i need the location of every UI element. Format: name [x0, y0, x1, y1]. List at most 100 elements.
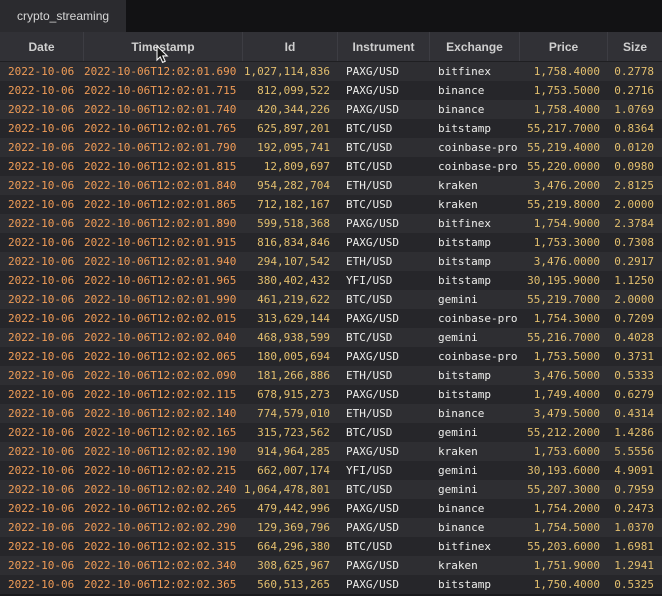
cell-exchange[interactable]: bitfinex	[430, 214, 520, 233]
cell-instrument[interactable]: ETH/USD	[338, 404, 430, 423]
cell-date[interactable]: 2022-10-06	[0, 537, 84, 556]
cell-size[interactable]: 0.3731	[608, 347, 662, 366]
cell-price[interactable]: 30,195.9000	[520, 271, 608, 290]
cell-id[interactable]: 380,402,432	[243, 271, 338, 290]
cell-price[interactable]: 1,758.4000	[520, 62, 608, 81]
cell-price[interactable]: 55,212.2000	[520, 423, 608, 442]
cell-price[interactable]: 30,193.6000	[520, 461, 608, 480]
table-row[interactable]: 2022-10-062022-10-06T12:02:01.790192,095…	[0, 138, 662, 157]
table-row[interactable]: 2022-10-062022-10-06T12:02:02.090181,266…	[0, 366, 662, 385]
cell-id[interactable]: 181,266,886	[243, 366, 338, 385]
cell-timestamp[interactable]: 2022-10-06T12:02:01.890	[84, 214, 243, 233]
table-row[interactable]: 2022-10-062022-10-06T12:02:02.340308,625…	[0, 556, 662, 575]
cell-timestamp[interactable]: 2022-10-06T12:02:02.290	[84, 518, 243, 537]
cell-timestamp[interactable]: 2022-10-06T12:02:02.265	[84, 499, 243, 518]
cell-price[interactable]: 3,479.5000	[520, 404, 608, 423]
cell-size[interactable]: 5.5556	[608, 442, 662, 461]
cell-timestamp[interactable]: 2022-10-06T12:02:02.165	[84, 423, 243, 442]
table-row[interactable]: 2022-10-062022-10-06T12:02:01.81512,809,…	[0, 157, 662, 176]
cell-price[interactable]: 1,751.9000	[520, 556, 608, 575]
cell-timestamp[interactable]: 2022-10-06T12:02:02.190	[84, 442, 243, 461]
cell-price[interactable]: 1,753.3000	[520, 233, 608, 252]
cell-size[interactable]: 1.0370	[608, 518, 662, 537]
cell-instrument[interactable]: PAXG/USD	[338, 214, 430, 233]
cell-id[interactable]: 313,629,144	[243, 309, 338, 328]
cell-size[interactable]: 0.5325	[608, 575, 662, 594]
cell-timestamp[interactable]: 2022-10-06T12:02:02.065	[84, 347, 243, 366]
cell-timestamp[interactable]: 2022-10-06T12:02:02.215	[84, 461, 243, 480]
table-row[interactable]: 2022-10-062022-10-06T12:02:02.165315,723…	[0, 423, 662, 442]
cell-size[interactable]: 0.4028	[608, 328, 662, 347]
table-row[interactable]: 2022-10-062022-10-06T12:02:01.890599,518…	[0, 214, 662, 233]
cell-instrument[interactable]: BTC/USD	[338, 119, 430, 138]
cell-price[interactable]: 1,753.6000	[520, 442, 608, 461]
cell-date[interactable]: 2022-10-06	[0, 252, 84, 271]
cell-size[interactable]: 4.9091	[608, 461, 662, 480]
cell-instrument[interactable]: ETH/USD	[338, 176, 430, 195]
cell-timestamp[interactable]: 2022-10-06T12:02:02.365	[84, 575, 243, 594]
cell-date[interactable]: 2022-10-06	[0, 214, 84, 233]
cell-instrument[interactable]: PAXG/USD	[338, 81, 430, 100]
cell-exchange[interactable]: bitstamp	[430, 119, 520, 138]
table-row[interactable]: 2022-10-062022-10-06T12:02:02.140774,579…	[0, 404, 662, 423]
cell-date[interactable]: 2022-10-06	[0, 442, 84, 461]
cell-id[interactable]: 1,064,478,801	[243, 480, 338, 499]
cell-exchange[interactable]: gemini	[430, 461, 520, 480]
cell-size[interactable]: 0.7308	[608, 233, 662, 252]
cell-instrument[interactable]: PAXG/USD	[338, 518, 430, 537]
cell-id[interactable]: 420,344,226	[243, 100, 338, 119]
cell-exchange[interactable]: binance	[430, 81, 520, 100]
cell-id[interactable]: 774,579,010	[243, 404, 338, 423]
cell-date[interactable]: 2022-10-06	[0, 385, 84, 404]
table-row[interactable]: 2022-10-062022-10-06T12:02:02.290129,369…	[0, 518, 662, 537]
cell-date[interactable]: 2022-10-06	[0, 195, 84, 214]
cell-id[interactable]: 954,282,704	[243, 176, 338, 195]
cell-instrument[interactable]: ETH/USD	[338, 252, 430, 271]
cell-exchange[interactable]: kraken	[430, 556, 520, 575]
cell-date[interactable]: 2022-10-06	[0, 271, 84, 290]
cell-instrument[interactable]: PAXG/USD	[338, 100, 430, 119]
cell-timestamp[interactable]: 2022-10-06T12:02:02.040	[84, 328, 243, 347]
cell-timestamp[interactable]: 2022-10-06T12:02:01.965	[84, 271, 243, 290]
cell-timestamp[interactable]: 2022-10-06T12:02:02.140	[84, 404, 243, 423]
cell-id[interactable]: 294,107,542	[243, 252, 338, 271]
cell-size[interactable]: 0.2716	[608, 81, 662, 100]
cell-size[interactable]: 2.0000	[608, 195, 662, 214]
cell-timestamp[interactable]: 2022-10-06T12:02:02.340	[84, 556, 243, 575]
cell-id[interactable]: 129,369,796	[243, 518, 338, 537]
cell-exchange[interactable]: binance	[430, 100, 520, 119]
cell-price[interactable]: 1,754.5000	[520, 518, 608, 537]
cell-exchange[interactable]: kraken	[430, 195, 520, 214]
cell-exchange[interactable]: bitfinex	[430, 62, 520, 81]
cell-timestamp[interactable]: 2022-10-06T12:02:01.690	[84, 62, 243, 81]
cell-size[interactable]: 0.2473	[608, 499, 662, 518]
cell-price[interactable]: 55,220.0000	[520, 157, 608, 176]
column-header-timestamp[interactable]: Timestamp	[84, 32, 243, 61]
table-row[interactable]: 2022-10-062022-10-06T12:02:01.740420,344…	[0, 100, 662, 119]
cell-size[interactable]: 0.2778	[608, 62, 662, 81]
cell-id[interactable]: 12,809,697	[243, 157, 338, 176]
cell-date[interactable]: 2022-10-06	[0, 347, 84, 366]
cell-id[interactable]: 625,897,201	[243, 119, 338, 138]
cell-exchange[interactable]: bitstamp	[430, 575, 520, 594]
table-row[interactable]: 2022-10-062022-10-06T12:02:01.965380,402…	[0, 271, 662, 290]
cell-timestamp[interactable]: 2022-10-06T12:02:01.990	[84, 290, 243, 309]
cell-price[interactable]: 3,476.0000	[520, 252, 608, 271]
cell-id[interactable]: 180,005,694	[243, 347, 338, 366]
cell-timestamp[interactable]: 2022-10-06T12:02:02.115	[84, 385, 243, 404]
cell-date[interactable]: 2022-10-06	[0, 233, 84, 252]
tab-crypto-streaming[interactable]: crypto_streaming	[0, 0, 126, 32]
cell-date[interactable]: 2022-10-06	[0, 575, 84, 594]
cell-date[interactable]: 2022-10-06	[0, 62, 84, 81]
cell-price[interactable]: 1,753.5000	[520, 81, 608, 100]
cell-timestamp[interactable]: 2022-10-06T12:02:02.240	[84, 480, 243, 499]
cell-size[interactable]: 1.6981	[608, 537, 662, 556]
table-row[interactable]: 2022-10-062022-10-06T12:02:01.6901,027,1…	[0, 62, 662, 81]
cell-date[interactable]: 2022-10-06	[0, 480, 84, 499]
cell-instrument[interactable]: BTC/USD	[338, 195, 430, 214]
cell-instrument[interactable]: BTC/USD	[338, 157, 430, 176]
cell-size[interactable]: 0.0980	[608, 157, 662, 176]
cell-instrument[interactable]: YFI/USD	[338, 461, 430, 480]
cell-date[interactable]: 2022-10-06	[0, 499, 84, 518]
cell-exchange[interactable]: gemini	[430, 290, 520, 309]
